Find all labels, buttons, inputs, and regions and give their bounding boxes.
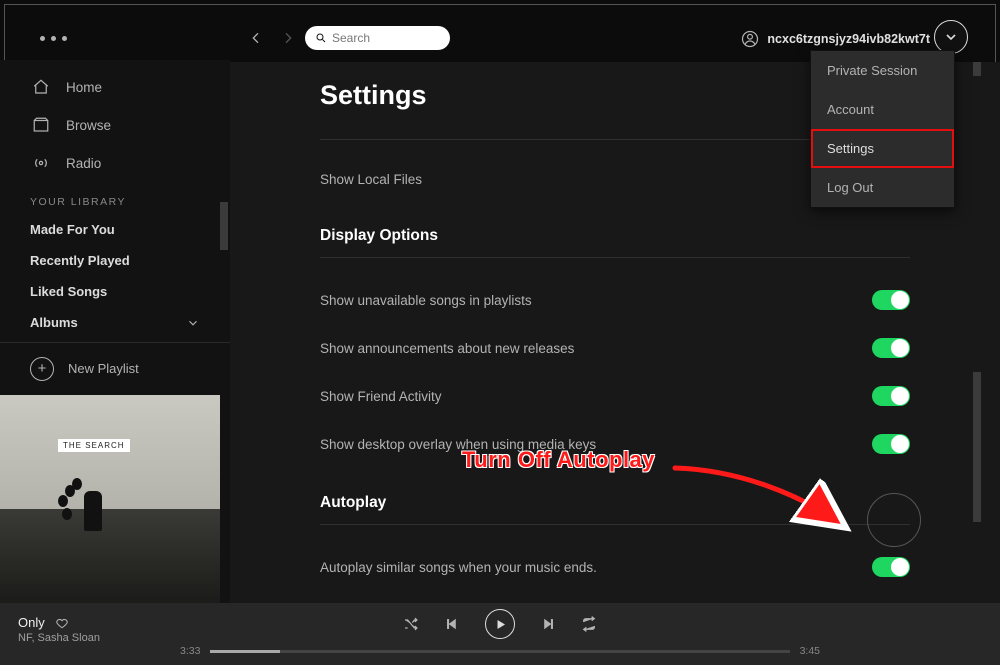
toggle-announcements[interactable] (872, 338, 910, 358)
library-item-label: Recently Played (30, 253, 130, 268)
menu-item-label: Private Session (827, 63, 917, 78)
now-playing-title[interactable]: Only (18, 615, 45, 630)
chevron-down-icon (186, 316, 200, 330)
nav-arrows (248, 30, 296, 51)
library-item-recently-played[interactable]: Recently Played (0, 245, 230, 276)
repeat-icon[interactable] (581, 616, 597, 632)
sidebar: Home Browse Radio YOUR LIBRARY Made For … (0, 60, 230, 603)
menu-item-settings[interactable]: Settings (811, 129, 954, 168)
new-playlist-label: New Playlist (68, 361, 139, 376)
menu-item-private-session[interactable]: Private Session (811, 51, 954, 90)
toggle-unavailable-songs[interactable] (872, 290, 910, 310)
user-button[interactable]: ncxc6tzgnsjyz94ivb82kwt7t (741, 30, 930, 48)
album-art-caption: THE SEARCH (58, 439, 130, 452)
home-icon (30, 78, 52, 96)
plus-icon: + (30, 357, 54, 381)
elapsed-time: 3:33 (180, 645, 200, 657)
divider (320, 257, 910, 258)
setting-label: Show Local Files (320, 172, 422, 187)
library-item-label: Liked Songs (30, 284, 107, 299)
nav-back-button[interactable] (248, 30, 264, 51)
now-playing-album-art[interactable]: THE SEARCH (0, 395, 220, 603)
browse-icon (30, 116, 52, 134)
spotify-app: Search ncxc6tzgnsjyz94ivb82kwt7t Home Br… (0, 0, 1000, 665)
library-item-albums[interactable]: Albums (0, 307, 230, 338)
menu-item-label: Log Out (827, 180, 873, 195)
now-playing-artist[interactable]: NF, Sasha Sloan (18, 632, 100, 644)
next-icon[interactable] (541, 617, 555, 631)
library-item-label: Made For You (30, 222, 115, 237)
toggle-friend-activity[interactable] (872, 386, 910, 406)
play-button[interactable] (485, 609, 515, 639)
now-playing-info: Only NF, Sasha Sloan (18, 615, 100, 644)
setting-label: Show announcements about new releases (320, 341, 574, 356)
sidebar-item-browse[interactable]: Browse (0, 106, 230, 144)
menu-item-account[interactable]: Account (811, 90, 954, 129)
chevron-down-icon (943, 29, 959, 45)
toggle-desktop-overlay[interactable] (872, 434, 910, 454)
search-placeholder: Search (332, 31, 370, 45)
setting-autoplay: Autoplay similar songs when your music e… (320, 543, 910, 591)
setting-label: Show unavailable songs in playlists (320, 293, 532, 308)
annotation-text: Turn Off Autoplay (462, 447, 655, 473)
user-name-label: ncxc6tzgnsjyz94ivb82kwt7t (767, 32, 930, 46)
annotation-arrow-icon (670, 460, 870, 550)
total-time: 3:45 (800, 645, 820, 657)
setting-unavailable-songs: Show unavailable songs in playlists (320, 276, 910, 324)
nav-forward-button[interactable] (280, 30, 296, 51)
heart-icon[interactable] (55, 616, 69, 630)
library-item-label: Albums (30, 315, 78, 330)
menu-item-label: Account (827, 102, 874, 117)
menu-item-label: Settings (827, 141, 874, 156)
sidebar-item-radio[interactable]: Radio (0, 144, 230, 182)
new-playlist-button[interactable]: + New Playlist (0, 343, 230, 393)
setting-label: Show Friend Activity (320, 389, 442, 404)
search-input[interactable]: Search (305, 26, 450, 50)
library-header: YOUR LIBRARY (0, 182, 230, 214)
now-playing-bar: Only NF, Sasha Sloan 3:33 3:45 (0, 603, 1000, 665)
library-item-liked-songs[interactable]: Liked Songs (0, 276, 230, 307)
shuffle-icon[interactable] (403, 616, 419, 632)
sidebar-item-home[interactable]: Home (0, 68, 230, 106)
toggle-autoplay[interactable] (872, 557, 910, 577)
library-item-made-for-you[interactable]: Made For You (0, 214, 230, 245)
user-icon (741, 30, 759, 48)
progress-bar[interactable]: 3:33 3:45 (180, 645, 820, 657)
radio-icon (30, 154, 52, 172)
setting-label: Autoplay similar songs when your music e… (320, 560, 597, 575)
playback-controls: 3:33 3:45 (180, 609, 820, 657)
main-scrollbar[interactable] (973, 372, 981, 522)
menu-ellipsis-icon[interactable] (40, 36, 67, 41)
sidebar-item-label: Home (66, 80, 102, 95)
setting-announcements: Show announcements about new releases (320, 324, 910, 372)
section-display-options: Display Options (320, 201, 910, 249)
menu-item-log-out[interactable]: Log Out (811, 168, 954, 207)
previous-icon[interactable] (445, 617, 459, 631)
sidebar-item-label: Radio (66, 156, 101, 171)
sidebar-item-label: Browse (66, 118, 111, 133)
user-dropdown-menu: Private Session Account Settings Log Out (810, 50, 955, 208)
search-icon (315, 32, 327, 44)
user-menu-toggle[interactable] (934, 20, 968, 54)
setting-friend-activity: Show Friend Activity (320, 372, 910, 420)
main-scroll-up-icon[interactable] (973, 62, 981, 76)
sidebar-scrollbar[interactable] (220, 202, 228, 250)
